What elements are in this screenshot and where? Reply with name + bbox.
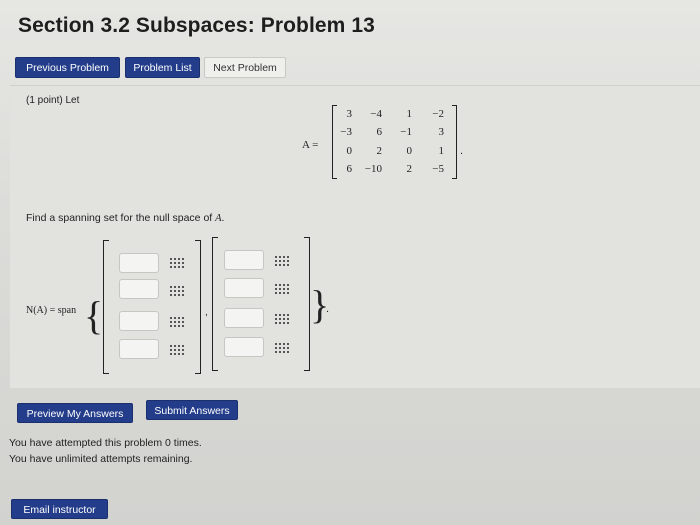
vector-1-entry-1[interactable] xyxy=(119,253,159,273)
matrix-cell: 2 xyxy=(376,145,383,157)
matrix-cell: −10 xyxy=(364,163,382,175)
matrix-cell: 0 xyxy=(346,145,353,157)
matrix-a: A = 3 −4 1 −2 −3 6 −1 3 0 2 0 1 6 −10 2 … xyxy=(302,101,472,181)
matrix-cell: −4 xyxy=(370,108,382,120)
matrix-cell: −2 xyxy=(432,108,444,120)
left-brace: { xyxy=(84,293,104,338)
matrix-grid-icon[interactable] xyxy=(275,343,289,353)
vector-2-left-bracket xyxy=(212,237,218,371)
matrix-grid-icon[interactable] xyxy=(170,345,184,355)
vector-2-right-bracket xyxy=(304,237,310,371)
matrix-cell: 1 xyxy=(406,108,413,120)
matrix-grid-icon[interactable] xyxy=(275,256,289,266)
submit-answers-button[interactable]: Submit Answers xyxy=(146,400,238,420)
vector-2-entry-2[interactable] xyxy=(224,278,264,298)
prompt-text: Find a spanning set for the null space o… xyxy=(26,212,213,224)
email-instructor-button[interactable]: Email instructor xyxy=(11,499,108,519)
preview-answers-button[interactable]: Preview My Answers xyxy=(17,403,133,423)
attempts-status: You have attempted this problem 0 times. xyxy=(9,437,202,449)
vector-1-right-bracket xyxy=(195,240,201,374)
vector-1-entry-2[interactable] xyxy=(119,279,159,299)
matrix-cell: 3 xyxy=(346,108,353,120)
matrix-label: A = xyxy=(302,139,319,151)
matrix-grid-icon[interactable] xyxy=(275,284,289,294)
matrix-cell: −1 xyxy=(400,126,412,138)
vector-separator: , xyxy=(205,307,208,318)
points-label: (1 point) Let xyxy=(26,95,80,106)
vector-1-left-bracket xyxy=(103,240,109,374)
vector-2-entry-3[interactable] xyxy=(224,308,264,328)
matrix-cell: 0 xyxy=(406,145,413,157)
matrix-cell: −3 xyxy=(340,126,352,138)
matrix-grid-icon[interactable] xyxy=(170,317,184,327)
null-space-label: N(A) = span xyxy=(26,305,77,316)
matrix-period: . xyxy=(460,145,464,157)
page-title: Section 3.2 Subspaces: Problem 13 xyxy=(18,14,375,37)
problem-list-button[interactable]: Problem List xyxy=(125,57,200,78)
matrix-cell: 1 xyxy=(438,145,445,157)
matrix-cell: 3 xyxy=(438,126,445,138)
vector-2-entry-1[interactable] xyxy=(224,250,264,270)
matrix-right-bracket xyxy=(452,105,457,179)
matrix-cell: 6 xyxy=(376,126,383,138)
matrix-grid-icon[interactable] xyxy=(170,258,184,268)
vector-1-entry-3[interactable] xyxy=(119,311,159,331)
matrix-grid-icon[interactable] xyxy=(170,286,184,296)
matrix-grid-icon[interactable] xyxy=(275,314,289,324)
vector-2-entry-4[interactable] xyxy=(224,337,264,357)
matrix-cell: 6 xyxy=(346,163,353,175)
prompt-end: . xyxy=(221,212,225,224)
matrix-cell: 2 xyxy=(406,163,413,175)
question-prompt: Find a spanning set for the null space o… xyxy=(26,212,224,224)
span-period: . xyxy=(326,303,330,315)
attempts-remaining: You have unlimited attempts remaining. xyxy=(9,453,193,465)
matrix-cell: −5 xyxy=(432,163,444,175)
vector-1-entry-4[interactable] xyxy=(119,339,159,359)
previous-problem-button[interactable]: Previous Problem xyxy=(15,57,120,78)
next-problem-button[interactable]: Next Problem xyxy=(204,57,286,78)
